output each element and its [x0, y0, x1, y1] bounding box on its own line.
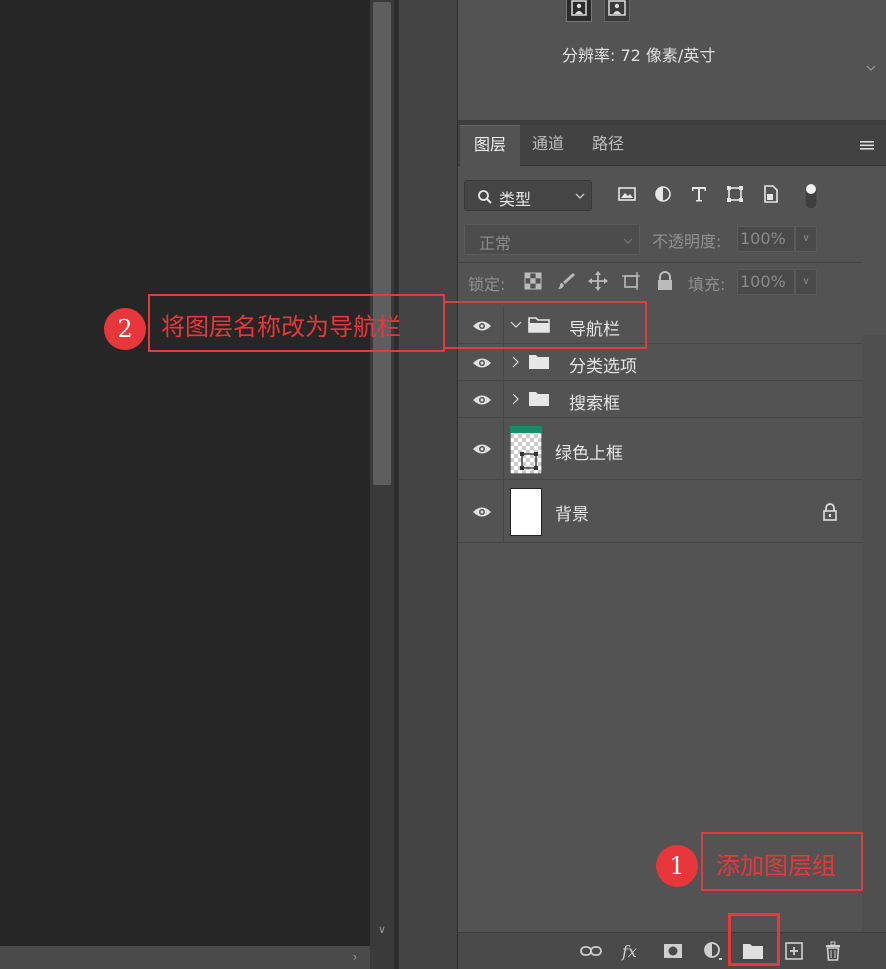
layer-thumbnail [510, 426, 542, 474]
pixel-layer-filter-icon[interactable] [616, 184, 638, 206]
type-layer-filter-icon[interactable] [688, 184, 710, 206]
layers-tab-bar: 图层 通道 路径 [458, 125, 886, 166]
layer-name[interactable]: 背景 [555, 500, 589, 525]
divider [458, 262, 862, 263]
eye-icon [473, 444, 491, 454]
annotation-step-1-badge: 1 [656, 845, 698, 887]
lock-all-icon[interactable] [656, 271, 676, 291]
layer-row-group[interactable]: 分类选项 [458, 344, 862, 381]
blend-mode-value: 正常 [479, 234, 512, 253]
visibility-toggle[interactable] [458, 480, 504, 542]
panel-menu-icon[interactable] [858, 137, 878, 153]
collapsed-panel-strip [398, 0, 458, 969]
shape-layer-filter-icon[interactable] [724, 184, 746, 206]
resolution-label: 分辨率: 72 像素/英寸 [562, 46, 716, 65]
scroll-down-chevron-icon[interactable]: ∨ [370, 920, 394, 940]
blend-mode-select[interactable]: 正常 [464, 224, 640, 255]
eye-icon [473, 507, 491, 517]
expand-chevron-right-icon[interactable] [512, 393, 520, 405]
annotation-step-2-badge: 2 [104, 308, 146, 350]
add-mask-icon[interactable] [662, 940, 684, 962]
search-icon [478, 190, 492, 204]
layer-thumbnail [510, 488, 542, 536]
scroll-right-chevron-icon[interactable]: › [344, 946, 366, 969]
annotation-callout-1-text: 添加图层组 [716, 852, 836, 880]
lock-icon [823, 503, 837, 521]
chevron-down-icon [575, 193, 585, 199]
smart-object-filter-icon[interactable] [760, 184, 782, 206]
fill-field[interactable]: 100% [737, 269, 795, 295]
chevron-down-icon [623, 238, 633, 244]
annotation-highlight-group-layer [443, 301, 647, 349]
link-layers-icon[interactable] [580, 940, 602, 962]
eye-icon [473, 395, 491, 405]
layer-name[interactable]: 搜索框 [569, 389, 620, 414]
visibility-toggle[interactable] [458, 344, 504, 380]
tab-channels[interactable]: 通道 [518, 125, 578, 166]
canvas-vertical-scroll-thumb[interactable] [373, 2, 391, 485]
eye-icon [473, 358, 491, 368]
scroll-corner [370, 946, 394, 969]
opacity-label: 不透明度: [652, 232, 722, 251]
opacity-field[interactable]: 100% [737, 226, 795, 252]
lock-artboard-icon[interactable] [621, 271, 641, 291]
canvas-area[interactable] [0, 0, 370, 946]
folder-icon [529, 392, 549, 406]
filter-kind-label: 类型 [499, 190, 532, 209]
folder-icon [529, 355, 549, 369]
layers-scrollbar[interactable] [862, 335, 886, 932]
new-layer-icon[interactable] [783, 940, 805, 962]
layer-filter-select[interactable]: 类型 [464, 180, 592, 211]
new-adjustment-layer-icon[interactable] [702, 940, 724, 962]
layer-name[interactable]: 分类选项 [569, 352, 637, 377]
canvas-horizontal-scrollbar[interactable] [0, 946, 370, 969]
layer-row-group[interactable]: 搜索框 [458, 381, 862, 418]
filter-toggle-switch[interactable] [803, 181, 819, 211]
svg-text:fx: fx [621, 942, 637, 961]
layer-name[interactable]: 绿色上框 [555, 439, 623, 464]
adjustment-layer-filter-icon[interactable] [652, 184, 674, 206]
landscape-mode-icon[interactable] [604, 0, 630, 22]
lock-transparent-pixels-icon[interactable] [524, 272, 544, 292]
properties-scroll-down-icon[interactable] [862, 0, 880, 88]
delete-layer-trash-icon[interactable] [822, 940, 844, 962]
expand-chevron-right-icon[interactable] [512, 356, 520, 368]
lock-label: 锁定: [468, 275, 506, 294]
layer-row-background[interactable]: 背景 [458, 480, 862, 543]
lock-image-pixels-brush-icon[interactable] [556, 271, 576, 291]
opacity-dropdown[interactable]: ∨ [795, 226, 817, 252]
fill-dropdown[interactable]: ∨ [795, 269, 817, 295]
fx-layer-style-icon[interactable]: fx [620, 940, 642, 962]
lock-position-move-icon[interactable] [588, 271, 608, 291]
fill-label: 填充: [688, 275, 726, 294]
annotation-highlight-new-group-button [728, 913, 780, 966]
tab-layers[interactable]: 图层 [460, 125, 521, 166]
tab-paths[interactable]: 路径 [578, 125, 638, 166]
visibility-toggle[interactable] [458, 381, 504, 417]
visibility-toggle[interactable] [458, 418, 504, 479]
annotation-callout-2-text: 将图层名称改为导航栏 [161, 313, 401, 341]
portrait-mode-icon[interactable] [566, 0, 592, 22]
layer-row-shape[interactable]: 绿色上框 [458, 418, 862, 480]
